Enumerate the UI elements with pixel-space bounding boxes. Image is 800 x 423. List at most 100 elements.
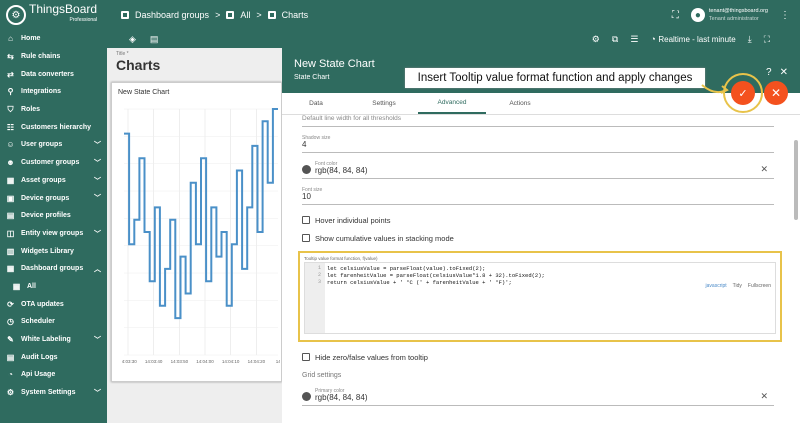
chevron-down-icon: ﹀ (94, 142, 101, 150)
scheduler-icon: ◷ (7, 317, 14, 327)
user-email: tenant@thingsboard.org (708, 8, 768, 14)
sidebar-item-customer-groups[interactable]: ☻ Customer groups ﹀ (0, 154, 107, 172)
sidebar-item-customers-hierarchy[interactable]: ☷ Customers hierarchy (0, 118, 107, 136)
scrollbar[interactable] (794, 140, 798, 220)
sidebar-item-label: Integrations (21, 88, 62, 96)
user-menu[interactable]: ● tenant@thingsboard.org Tenant administ… (690, 7, 768, 23)
font-color-value: rgb(84, 84, 84) (315, 166, 368, 175)
sidebar-item-rule-chains[interactable]: ⇆ Rule chains (0, 48, 107, 66)
font-size-field[interactable]: Font size 10 (302, 185, 774, 205)
sidebar-item-entity-view-groups[interactable]: ◫ Entity view groups ﹀ (0, 225, 107, 243)
sidebar-item-ota-updates[interactable]: ⟳ OTA updates (0, 295, 107, 313)
fullscreen-button[interactable]: Fullscreen (748, 283, 771, 289)
tooltip-format-editor[interactable]: Tooltip value format function, f(value) … (298, 251, 782, 342)
hover-points-checkbox[interactable]: Hover individual points (302, 211, 774, 229)
device-icon: ▣ (6, 193, 15, 203)
settings-icon: ⚙ (6, 388, 15, 398)
fullscreen-icon[interactable]: ⛶ (764, 34, 770, 45)
sidebar-item-integrations[interactable]: ⚲ Integrations (0, 83, 107, 101)
hide-zero-checkbox[interactable]: Hide zero/false values from tooltip (302, 348, 774, 366)
widget-edit-panel: New State Chart State Chart Data Setting… (282, 48, 800, 423)
clock-icon: ◔ (650, 34, 656, 44)
sidebar-item-data-converters[interactable]: ⇄ Data converters (0, 65, 107, 83)
color-swatch[interactable] (302, 165, 311, 174)
code-content[interactable]: let celsiusValue = parseFloat(value).toF… (327, 265, 545, 286)
cumulative-checkbox[interactable]: Show cumulative values in stacking mode (302, 229, 774, 247)
instruction-callout: Insert Tooltip value format function and… (405, 68, 705, 88)
palette-icon: ✎ (7, 335, 14, 345)
close-icon[interactable]: ✕ (760, 391, 768, 402)
primary-color-value: rgb(84, 84, 84) (315, 393, 368, 402)
tidy-button[interactable]: Tidy (733, 283, 742, 289)
sidebar-item-audit-logs[interactable]: ▤ Audit Logs (0, 348, 107, 366)
language-label: javascript (705, 283, 727, 289)
threshold-width-field[interactable]: Default line width for all thresholds (302, 115, 774, 127)
sidebar-item-roles[interactable]: ⛉ Roles (0, 101, 107, 119)
download-icon[interactable]: ⤓ (748, 34, 752, 45)
x-tick-label: 14:03:50 (171, 359, 189, 364)
widgets-icon: ▥ (6, 246, 15, 256)
help-icon[interactable]: ? (766, 67, 772, 78)
sidebar-item-dashboard-groups[interactable]: ▦ Dashboard groups ︿ (0, 260, 107, 278)
sidebar-item-label: Entity view groups (21, 229, 84, 237)
user-icon: ☺ (6, 140, 15, 150)
cumulative-label: Show cumulative values in stacking mode (315, 233, 454, 243)
breadcrumb-charts: Charts (281, 10, 309, 20)
code-line: let celsiusValue = parseFloat(value).toF… (327, 265, 486, 272)
checkbox-icon (302, 234, 310, 242)
apply-button[interactable]: ✓ (731, 81, 755, 105)
code-editor[interactable]: 123 let celsiusValue = parseFloat(value)… (304, 262, 776, 334)
font-size-value: 10 (302, 192, 311, 201)
layout-icon[interactable]: ▤ (150, 34, 159, 45)
timewindow-label: Realtime - last minute (658, 35, 736, 44)
close-button[interactable]: ✕ (764, 81, 788, 105)
avatar: ● (690, 8, 705, 22)
filter-icon[interactable]: ☰ (630, 34, 638, 45)
font-color-field[interactable]: Font color rgb(84, 84, 84) ✕ (302, 159, 774, 179)
threshold-width-label: Default line width for all thresholds (302, 115, 401, 122)
sidebar-item-user-groups[interactable]: ☺ User groups ﹀ (0, 136, 107, 154)
sidebar-item-label: Audit Logs (21, 353, 58, 361)
breadcrumb-all[interactable]: All (240, 10, 250, 20)
layers-icon[interactable]: ◈ (129, 34, 136, 45)
sidebar-item-home[interactable]: ⌂ Home (0, 30, 107, 48)
more-vert-icon[interactable]: ⋮ (780, 10, 790, 21)
edit-dashboard-icon[interactable]: ⧉ (612, 34, 618, 45)
code-line: return celsiusValue + ' °C (' + farenhei… (327, 279, 512, 286)
shadow-size-value: 4 (302, 140, 307, 149)
state-chart-widget[interactable]: New State Chart 14:03:30 14:03:40 14:03:50… (111, 82, 282, 382)
timewindow[interactable]: ◔ Realtime - last minute (650, 34, 735, 44)
sidebar-item-all[interactable]: ▦ All (0, 278, 107, 296)
tab-actions[interactable]: Actions (486, 93, 554, 114)
state-chart: 14:03:30 14:03:40 14:03:50 14:04:00 14:04:10… (122, 108, 280, 364)
sidebar-item-label: Customer groups (21, 159, 80, 167)
sidebar-item-device-groups[interactable]: ▣ Device groups ﹀ (0, 189, 107, 207)
color-swatch[interactable] (302, 392, 311, 401)
brand-logo[interactable]: ⚙ ThingsBoard Professional (0, 3, 107, 26)
close-icon[interactable]: ✕ (760, 164, 768, 175)
checkbox-icon (302, 353, 310, 361)
close-panel-icon[interactable]: ✕ (780, 67, 788, 78)
sidebar-item-white-labeling[interactable]: ✎ White Labeling ﹀ (0, 331, 107, 349)
sidebar-item-label: Asset groups (21, 176, 66, 184)
check-icon: ✓ (738, 87, 748, 100)
sidebar-item-api-usage[interactable]: ◔ Api Usage (0, 366, 107, 384)
sidebar-item-label: Home (21, 35, 41, 43)
sidebar-item-asset-groups[interactable]: ▦ Asset groups ﹀ (0, 172, 107, 190)
primary-color-field[interactable]: Primary color rgb(84, 84, 84) ✕ (302, 386, 774, 406)
sidebar-item-scheduler[interactable]: ◷ Scheduler (0, 313, 107, 331)
integration-icon: ⚲ (7, 87, 14, 97)
sidebar-item-label: Device groups (21, 194, 70, 202)
tab-advanced[interactable]: Advanced (418, 93, 486, 114)
brand-name: ThingsBoard Professional (29, 3, 97, 26)
sidebar-item-system-settings[interactable]: ⚙ System Settings ﹀ (0, 384, 107, 402)
breadcrumb-dashboard-groups[interactable]: Dashboard groups (135, 10, 209, 20)
shadow-size-field[interactable]: Shadow size 4 (302, 133, 774, 153)
sidebar-item-device-profiles[interactable]: ▤ Device profiles (0, 207, 107, 225)
chevron-down-icon: ﹀ (94, 177, 101, 185)
fullscreen-icon[interactable]: ⛶ (672, 10, 679, 21)
gear-icon[interactable]: ⚙ (592, 34, 600, 45)
tab-settings[interactable]: Settings (350, 93, 418, 114)
tab-data[interactable]: Data (282, 93, 350, 114)
sidebar-item-widgets-library[interactable]: ▥ Widgets Library (0, 242, 107, 260)
